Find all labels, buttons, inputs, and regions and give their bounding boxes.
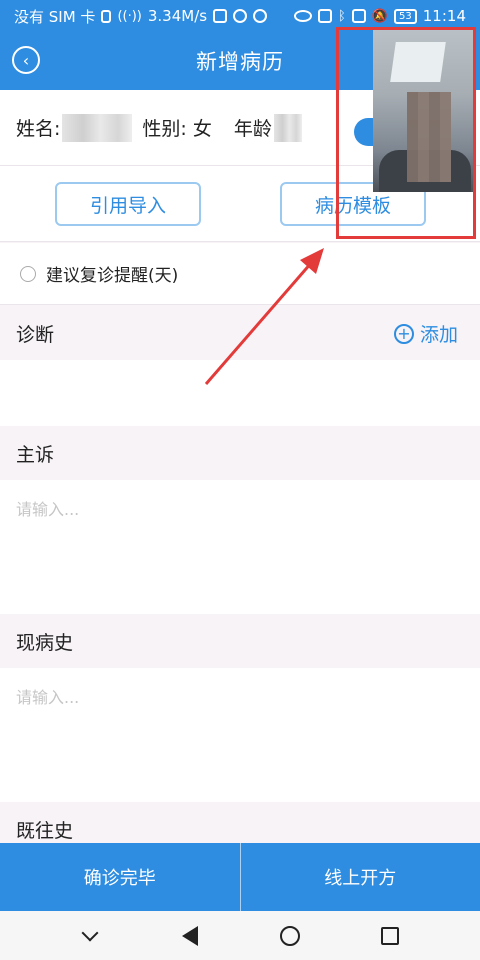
clock: 11:14 <box>422 7 466 25</box>
name-label: 姓名: <box>16 118 61 140</box>
page-title: 新增病历 <box>196 50 284 74</box>
eye-icon <box>294 10 313 22</box>
chief-complaint-title: 主诉 <box>16 443 55 466</box>
system-nav-bar <box>0 911 480 960</box>
back-button[interactable]: ‹ <box>12 46 40 74</box>
wechat-icon <box>253 9 268 23</box>
nfc-icon <box>318 9 333 23</box>
chief-complaint-input[interactable] <box>0 480 480 614</box>
circle-home-icon <box>280 925 300 946</box>
gender-label: 性别: <box>142 118 187 140</box>
battery-icon: 53 <box>394 8 417 24</box>
nav-recents-button[interactable] <box>379 925 401 947</box>
confirm-diagnosis-button[interactable]: 确诊完毕 <box>0 843 241 911</box>
diagnosis-title: 诊断 <box>16 323 55 346</box>
nav-home-button[interactable] <box>279 925 301 947</box>
present-illness-body <box>0 668 480 802</box>
square-recents-icon <box>381 926 399 945</box>
sim-status: 没有 SIM 卡 <box>14 7 96 26</box>
nav-back-button[interactable] <box>179 925 201 947</box>
bottom-action-bar: 确诊完毕 线上开方 <box>0 843 480 911</box>
present-illness-header: 现病史 <box>0 614 480 668</box>
video-app-icon <box>213 9 228 23</box>
annotation-highlight-box <box>336 27 476 239</box>
nav-collapse-button[interactable] <box>79 924 101 947</box>
age-label: 年龄 <box>233 118 272 140</box>
add-label: 添加 <box>419 324 458 346</box>
wifi-icon: ((·)) <box>117 8 142 24</box>
chevron-down-icon <box>81 924 99 941</box>
diagnosis-body <box>0 360 480 426</box>
past-history-title: 既往史 <box>16 819 74 842</box>
gender-value: 女 <box>192 118 212 140</box>
present-illness-title: 现病史 <box>16 631 74 654</box>
chief-complaint-body <box>0 480 480 614</box>
recheck-radio[interactable] <box>20 265 36 282</box>
chief-complaint-header: 主诉 <box>0 426 480 480</box>
location-icon <box>233 9 248 23</box>
online-prescribe-button[interactable]: 线上开方 <box>241 843 480 911</box>
diagnosis-header: 诊断 + 添加 <box>0 306 480 360</box>
present-illness-input[interactable] <box>0 668 480 802</box>
mute-icon: 🔕 <box>371 8 389 24</box>
bluetooth-icon: ᛒ <box>338 8 346 24</box>
recheck-label: 建议复诊提醒(天) <box>46 266 179 286</box>
recheck-reminder-row[interactable]: 建议复诊提醒(天) <box>0 243 480 305</box>
add-diagnosis-button[interactable]: + 添加 <box>393 320 458 347</box>
notification-icon <box>101 9 112 23</box>
triangle-back-icon <box>182 925 198 946</box>
plus-circle-icon: + <box>393 323 414 344</box>
network-speed: 3.34M/s <box>147 7 208 25</box>
import-button[interactable]: 引用导入 <box>55 182 201 226</box>
chevron-left-icon: ‹ <box>22 50 30 70</box>
camera-icon <box>351 9 366 23</box>
age-value-blurred <box>273 113 302 142</box>
name-value-blurred <box>62 113 133 142</box>
